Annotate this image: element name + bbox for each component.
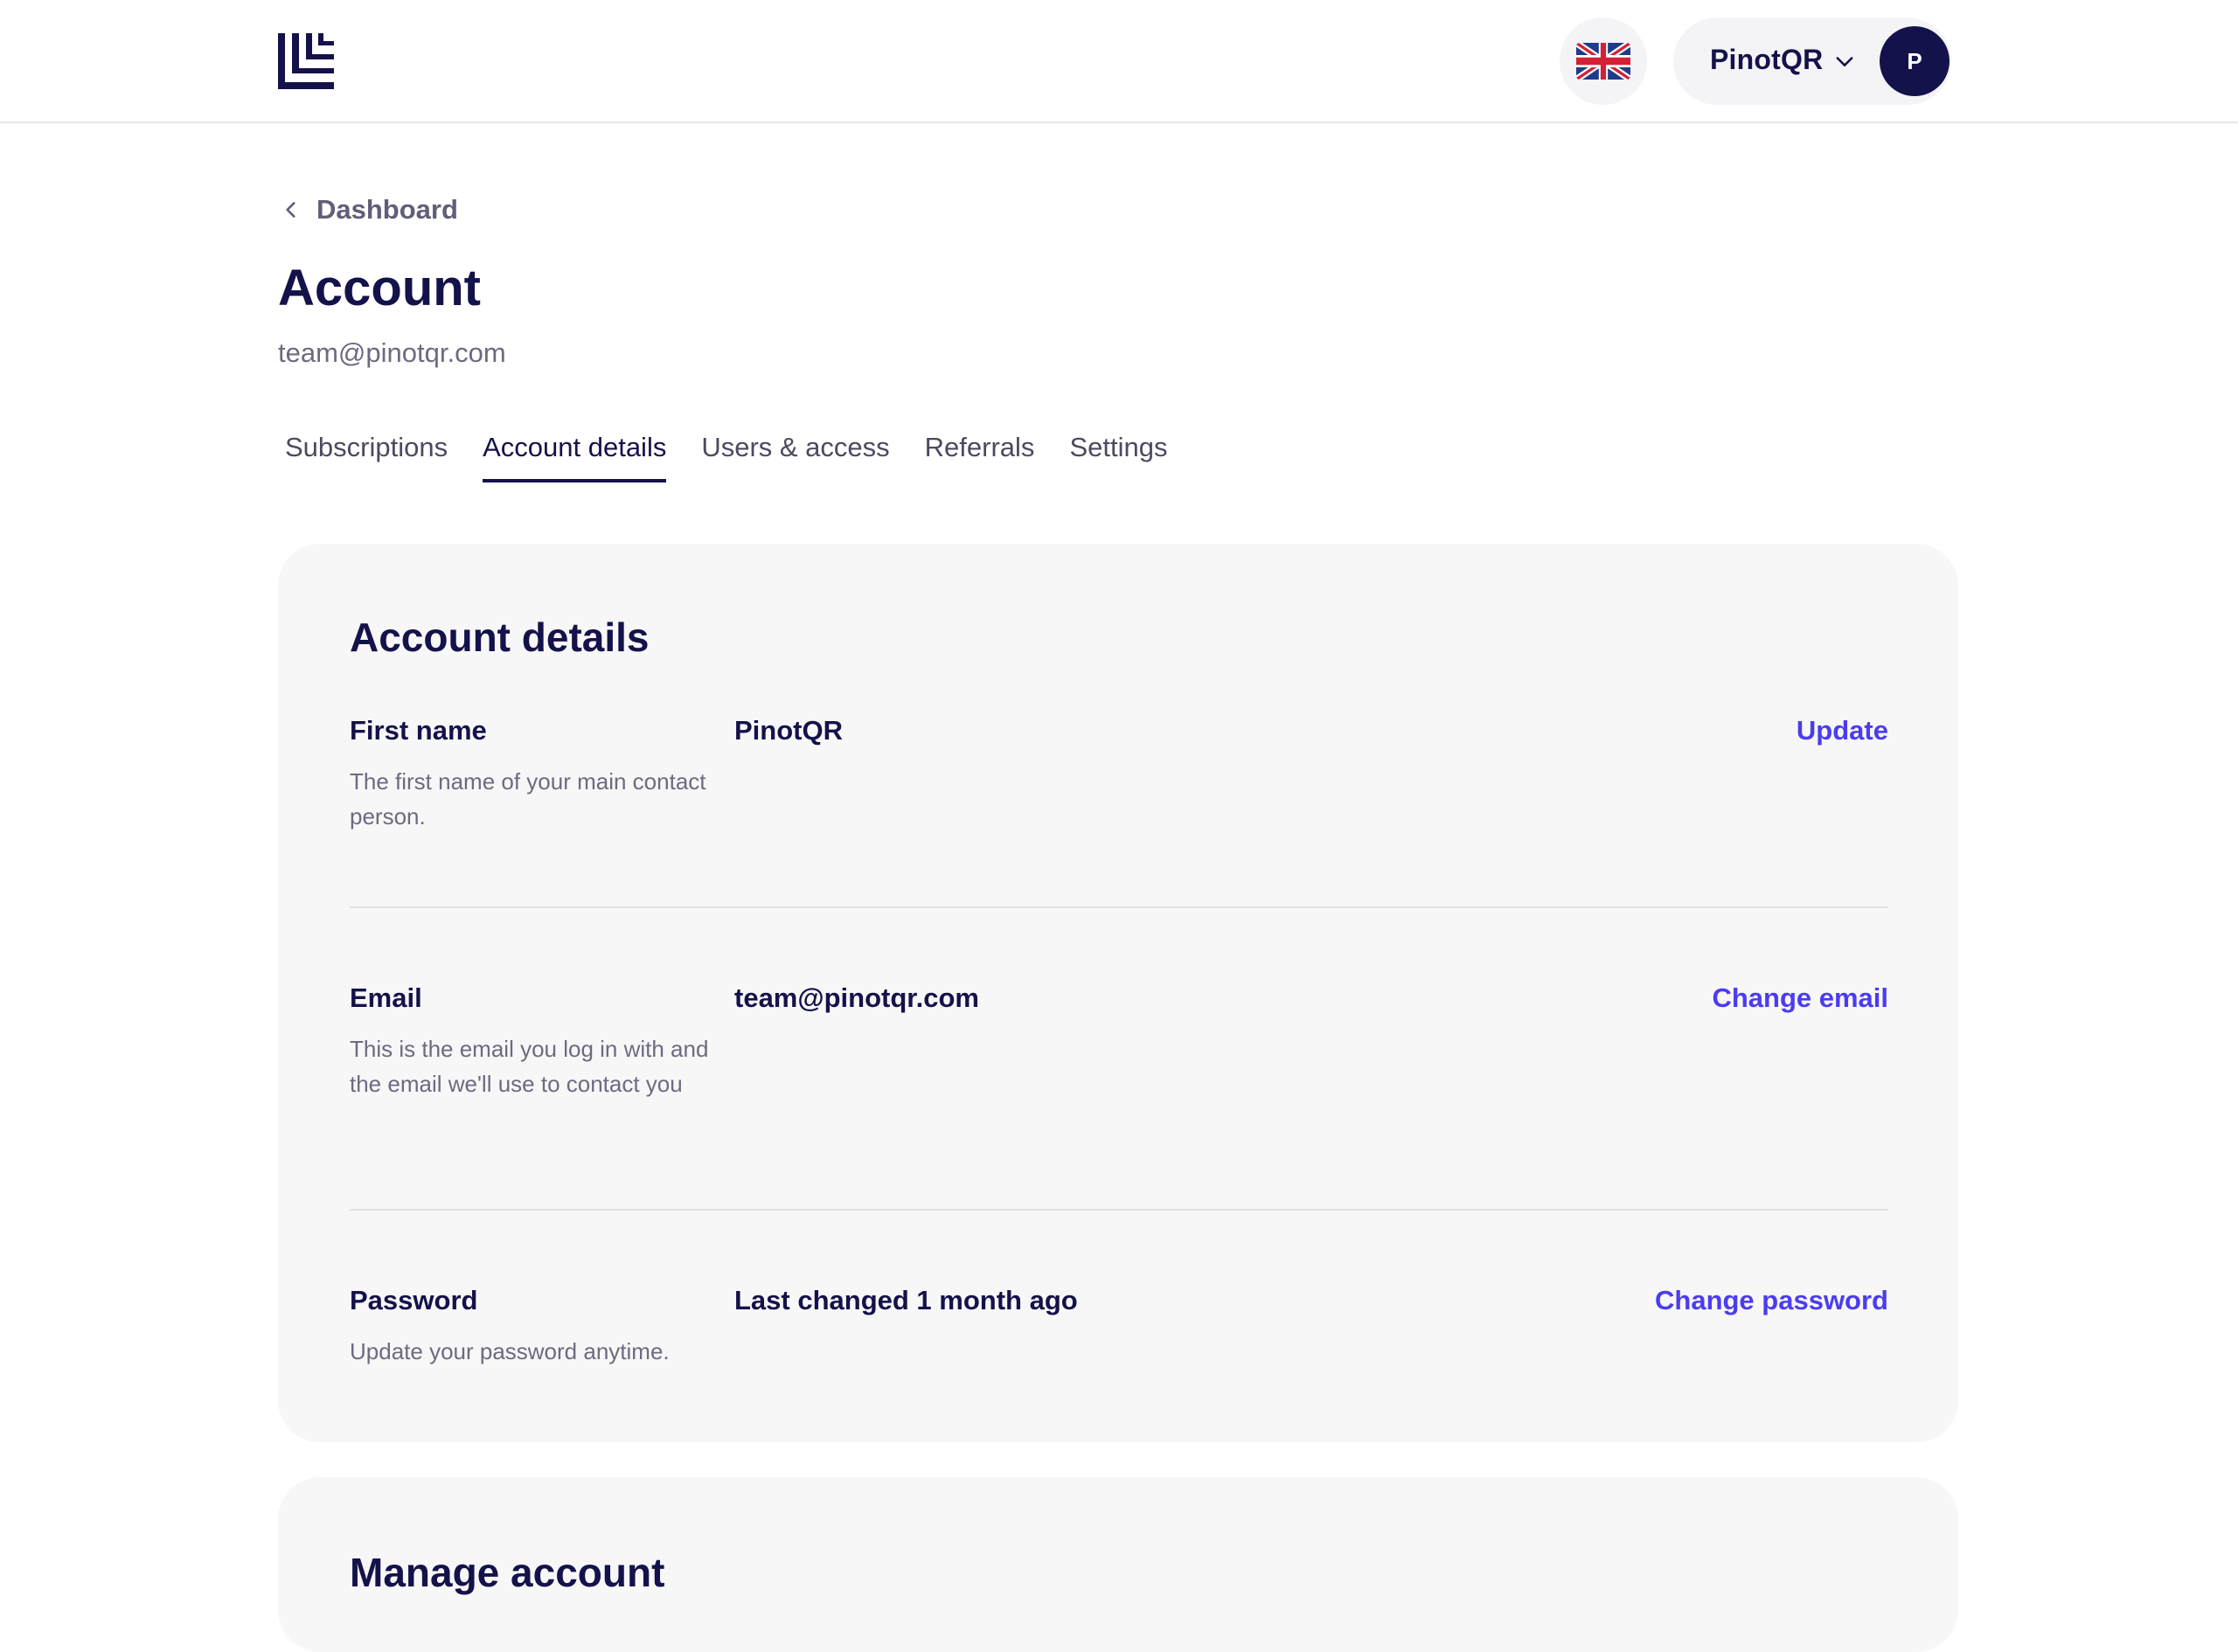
tab-users-access[interactable]: Users & access: [701, 432, 889, 482]
chevron-left-icon: [286, 202, 295, 218]
email-label: Email: [350, 982, 422, 1013]
tab-settings[interactable]: Settings: [1069, 432, 1167, 482]
section-title: Manage account: [350, 1550, 665, 1595]
password-last-changed: Last changed 1 month ago: [734, 1285, 1078, 1315]
brand-logo-icon[interactable]: [278, 33, 334, 89]
first-name-label: First name: [350, 715, 487, 746]
account-details-card: Account details First name The first nam…: [278, 544, 1958, 1442]
tab-account-details[interactable]: Account details: [483, 432, 667, 482]
language-selector-button[interactable]: [1560, 17, 1647, 105]
tab-subscriptions[interactable]: Subscriptions: [285, 432, 448, 482]
change-email-link[interactable]: Change email: [1712, 982, 1888, 1014]
divider: [350, 1209, 1888, 1211]
chevron-down-icon: [1836, 57, 1853, 66]
avatar: P: [1880, 26, 1950, 96]
uk-flag-icon: [1576, 43, 1630, 80]
password-description: Update your password anytime.: [350, 1338, 670, 1364]
user-name: PinotQR: [1710, 44, 1824, 75]
account-email-subtitle: team@pinotqr.com: [278, 337, 506, 368]
email-value: team@pinotqr.com: [734, 982, 979, 1013]
top-navigation-bar: PinotQR P: [0, 0, 2238, 123]
change-password-link[interactable]: Change password: [1655, 1285, 1888, 1316]
divider: [350, 906, 1888, 908]
section-title: Account details: [350, 614, 650, 660]
first-name-description: The first name of your main contact pers…: [350, 768, 706, 829]
breadcrumb-label: Dashboard: [316, 194, 458, 225]
update-first-name-link[interactable]: Update: [1797, 715, 1888, 746]
email-description: This is the email you log in with and th…: [350, 1036, 709, 1097]
tab-referrals[interactable]: Referrals: [925, 432, 1035, 482]
account-tabs: Subscriptions Account details Users & ac…: [285, 432, 1202, 482]
first-name-value: PinotQR: [734, 715, 843, 746]
manage-account-card: Manage account: [278, 1477, 1958, 1652]
password-label: Password: [350, 1285, 478, 1315]
user-menu-button[interactable]: PinotQR P: [1673, 17, 1951, 105]
page-title: Account: [278, 260, 481, 316]
breadcrumb-back-link[interactable]: Dashboard: [278, 194, 458, 226]
